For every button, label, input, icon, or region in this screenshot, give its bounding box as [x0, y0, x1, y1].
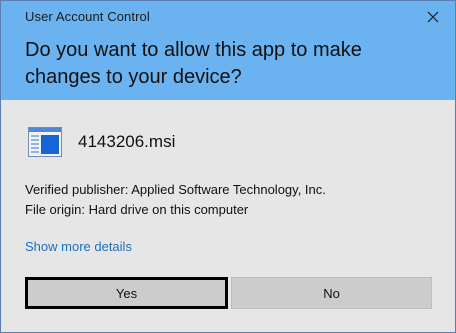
close-icon [427, 11, 439, 23]
yes-button[interactable]: Yes [25, 277, 228, 309]
app-row: 4143206.msi [25, 124, 175, 160]
show-more-details-link[interactable]: Show more details [25, 239, 132, 254]
prompt-question: Do you want to allow this app to make ch… [25, 39, 362, 88]
verified-publisher-text: Verified publisher: Applied Software Tec… [25, 182, 326, 197]
file-origin-text: File origin: Hard drive on this computer [25, 202, 249, 217]
installer-window-icon [28, 127, 62, 157]
dialog-header: User Account Control Do you want to allo… [1, 1, 455, 100]
no-button[interactable]: No [231, 277, 432, 309]
dialog-title: User Account Control [25, 9, 150, 24]
app-file-name: 4143206.msi [78, 132, 176, 151]
uac-dialog: User Account Control Do you want to allo… [0, 0, 456, 333]
publisher-details: Verified publisher: Applied Software Tec… [25, 180, 326, 220]
dialog-body: 4143206.msi Verified publisher: Applied … [1, 100, 455, 332]
close-button[interactable] [425, 9, 441, 25]
